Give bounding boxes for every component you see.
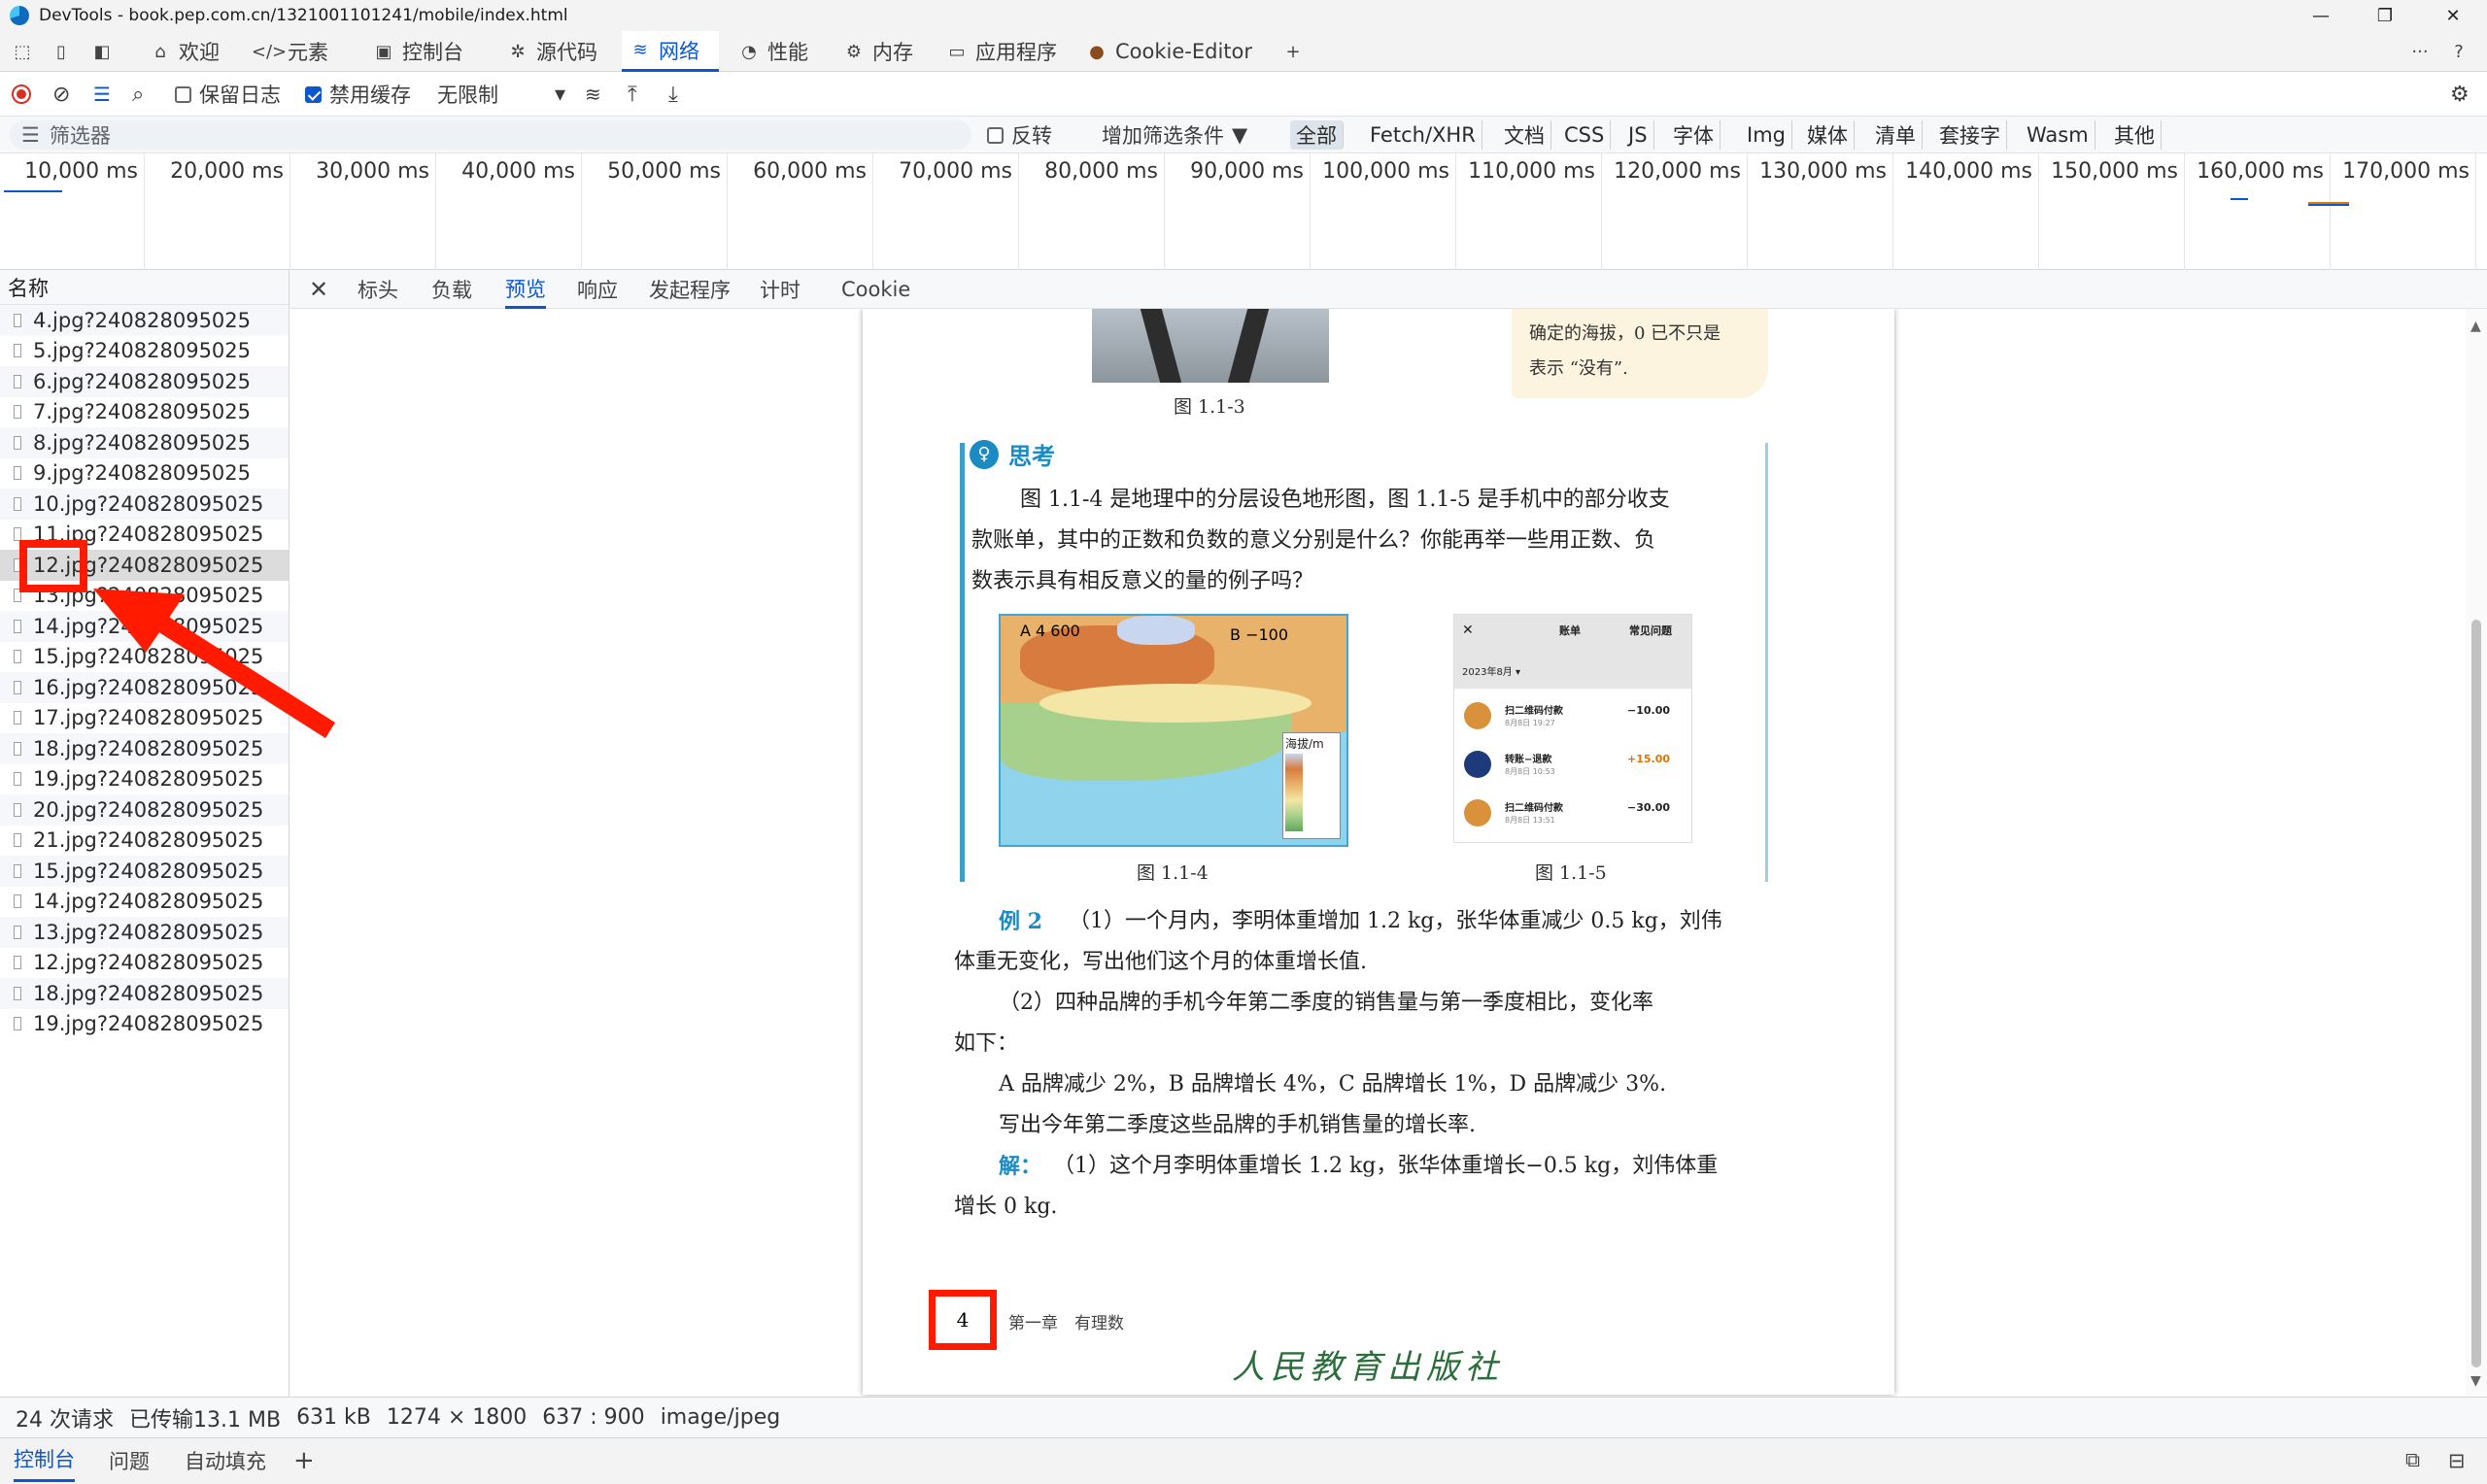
devtools-window: DevTools - book.pep.com.cn/1321001101241… [0,0,2487,1484]
annotation-arrow [93,589,335,738]
arrow-shaft [136,602,335,738]
